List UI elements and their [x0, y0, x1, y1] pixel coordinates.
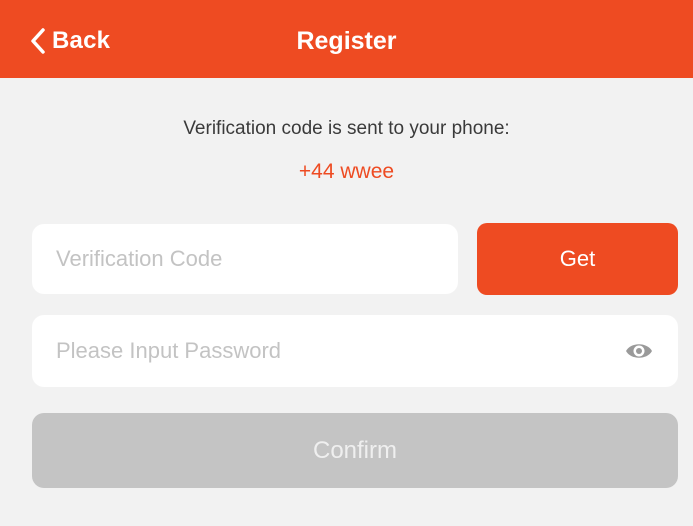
app-header: Back Register: [0, 0, 693, 78]
password-field-container: [32, 315, 678, 387]
get-code-button[interactable]: Get: [477, 223, 678, 295]
back-label: Back: [52, 27, 111, 54]
verification-code-input[interactable]: [32, 224, 458, 294]
back-button[interactable]: Back: [30, 24, 110, 58]
password-input[interactable]: [32, 315, 678, 387]
confirm-button[interactable]: Confirm: [32, 413, 678, 488]
page-title: Register: [296, 27, 397, 55]
phone-number: +44 wwee: [298, 160, 395, 183]
chevron-left-icon: [30, 28, 46, 54]
verification-message: Verification code is sent to your phone:: [183, 118, 510, 139]
eye-icon[interactable]: [624, 339, 654, 363]
